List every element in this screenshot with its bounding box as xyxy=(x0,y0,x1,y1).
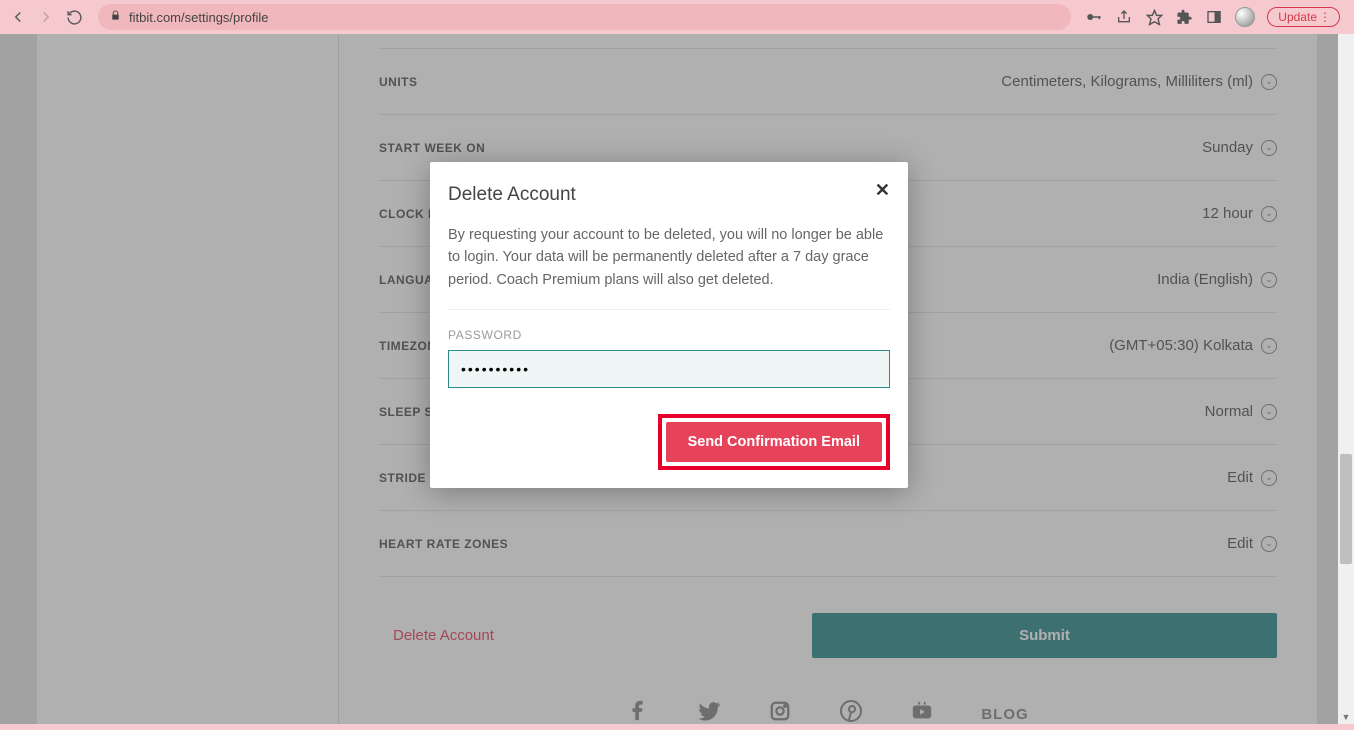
password-input[interactable] xyxy=(448,350,890,388)
delete-account-modal: ✕ Delete Account By requesting your acco… xyxy=(430,162,908,488)
modal-footer: Send Confirmation Email xyxy=(448,414,890,470)
update-button[interactable]: Update xyxy=(1267,7,1340,27)
extension-icon[interactable] xyxy=(1175,8,1193,26)
scrollbar-down-arrow[interactable]: ▼ xyxy=(1341,712,1351,722)
share-icon[interactable] xyxy=(1115,8,1133,26)
password-label: PASSWORD xyxy=(448,328,890,342)
lock-icon xyxy=(110,10,121,24)
scrollbar[interactable]: ▼ xyxy=(1338,34,1354,724)
reload-button[interactable] xyxy=(64,7,84,27)
toolbar-icons: Update xyxy=(1085,7,1346,27)
back-button[interactable] xyxy=(8,7,28,27)
page-viewport: UNITS Centimeters, Kilograms, Milliliter… xyxy=(0,34,1354,724)
forward-button[interactable] xyxy=(36,7,56,27)
address-bar[interactable]: fitbit.com/settings/profile xyxy=(98,4,1071,30)
star-icon[interactable] xyxy=(1145,8,1163,26)
modal-body-text: By requesting your account to be deleted… xyxy=(448,224,890,310)
send-confirmation-button[interactable]: Send Confirmation Email xyxy=(666,422,882,462)
modal-title: Delete Account xyxy=(448,184,890,206)
close-icon[interactable]: ✕ xyxy=(875,180,890,201)
url-text: fitbit.com/settings/profile xyxy=(129,10,268,25)
browser-toolbar: fitbit.com/settings/profile Update xyxy=(0,0,1354,34)
panel-icon[interactable] xyxy=(1205,8,1223,26)
scrollbar-thumb[interactable] xyxy=(1340,454,1352,564)
key-icon[interactable] xyxy=(1085,8,1103,26)
profile-avatar[interactable] xyxy=(1235,7,1255,27)
highlight-box: Send Confirmation Email xyxy=(658,414,890,470)
